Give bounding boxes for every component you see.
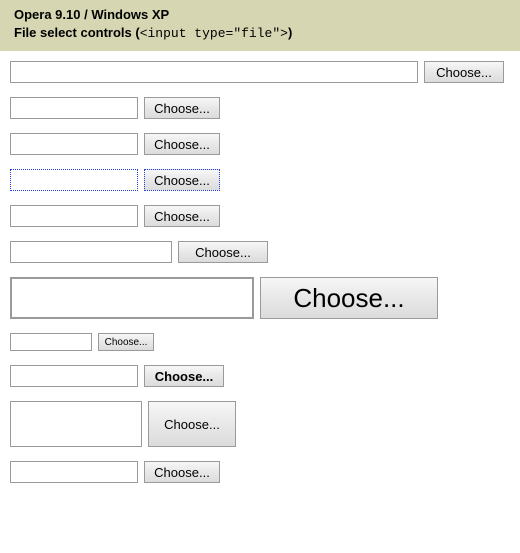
choose-button[interactable]: Choose...	[424, 61, 504, 83]
file-control-row-focused: Choose...	[10, 169, 510, 191]
file-path-input[interactable]	[10, 277, 254, 319]
file-path-input[interactable]	[10, 241, 172, 263]
file-control-row-small: Choose...	[10, 333, 510, 351]
choose-button[interactable]: Choose...	[144, 97, 220, 119]
file-control-row: Choose...	[10, 205, 510, 227]
file-path-input[interactable]	[10, 133, 138, 155]
choose-button[interactable]: Choose...	[260, 277, 438, 319]
choose-button[interactable]: Choose...	[144, 365, 224, 387]
choose-button[interactable]: Choose...	[144, 169, 220, 191]
file-path-input[interactable]	[10, 61, 418, 83]
choose-button[interactable]: Choose...	[98, 333, 154, 351]
file-path-input[interactable]	[10, 333, 92, 351]
file-control-row-large: Choose...	[10, 277, 510, 319]
file-control-row: Choose...	[10, 241, 510, 263]
file-control-row: Choose...	[10, 97, 510, 119]
choose-button[interactable]: Choose...	[178, 241, 268, 263]
subtitle-prefix: File select controls (	[14, 25, 140, 40]
file-control-row-tall: Choose...	[10, 401, 510, 447]
choose-button[interactable]: Choose...	[144, 133, 220, 155]
page-title: Opera 9.10 / Windows XP	[14, 6, 510, 24]
file-path-input[interactable]	[10, 205, 138, 227]
file-control-row: Choose...	[10, 133, 510, 155]
file-control-row: Choose...	[10, 461, 510, 483]
subtitle-suffix: )	[288, 25, 292, 40]
choose-button[interactable]: Choose...	[144, 461, 220, 483]
header: Opera 9.10 / Windows XP File select cont…	[0, 0, 520, 51]
page-subtitle: File select controls (<input type="file"…	[14, 24, 510, 43]
file-path-input[interactable]	[10, 169, 138, 191]
file-control-row-bold: Choose...	[10, 365, 510, 387]
subtitle-code: <input type="file">	[140, 26, 288, 41]
file-path-input[interactable]	[10, 461, 138, 483]
choose-button[interactable]: Choose...	[144, 205, 220, 227]
examples-container: Choose... Choose... Choose... Choose... …	[0, 51, 520, 517]
file-path-input[interactable]	[10, 97, 138, 119]
file-path-input[interactable]	[10, 401, 142, 447]
file-path-input[interactable]	[10, 365, 138, 387]
file-control-row: Choose...	[10, 61, 510, 83]
choose-button[interactable]: Choose...	[148, 401, 236, 447]
